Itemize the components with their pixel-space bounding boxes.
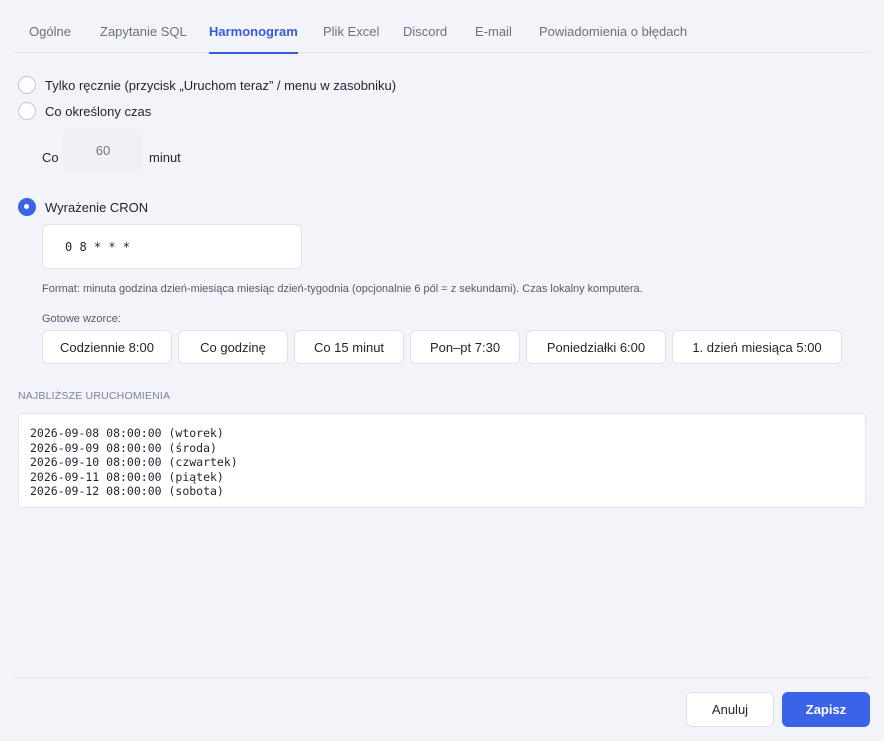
radio-manual[interactable]: Tylko ręcznie (przycisk „Uruchom teraz” … bbox=[18, 76, 396, 94]
interval-suffix-label: minut bbox=[149, 150, 181, 165]
preset-first-of-month-button[interactable]: 1. dzień miesiąca 5:00 bbox=[672, 330, 842, 364]
preset-weekdays-730-button[interactable]: Pon–pt 7:30 bbox=[410, 330, 520, 364]
interval-minutes-input[interactable] bbox=[63, 128, 143, 173]
next-run-line: 2026-09-11 08:00:00 (piątek) bbox=[30, 469, 224, 484]
interval-prefix-label: Co bbox=[42, 150, 59, 165]
save-button[interactable]: Zapisz bbox=[782, 692, 870, 727]
next-run-line: 2026-09-12 08:00:00 (sobota) bbox=[30, 484, 224, 498]
tab-sql-query[interactable]: Zapytanie SQL bbox=[100, 0, 187, 53]
presets-label: Gotowe wzorce: bbox=[42, 313, 121, 325]
preset-hourly-button[interactable]: Co godzinę bbox=[178, 330, 288, 364]
tab-discord[interactable]: Discord bbox=[403, 0, 447, 53]
settings-dialog: Ogólne Zapytanie SQL Harmonogram Plik Ex… bbox=[0, 0, 884, 741]
next-runs-list: 2026-09-08 08:00:00 (wtorek) 2026-09-09 … bbox=[18, 413, 866, 508]
radio-cron-label: Wyrażenie CRON bbox=[45, 199, 149, 215]
next-run-line: 2026-09-10 08:00:00 (czwartek) bbox=[30, 455, 238, 469]
tab-schedule[interactable]: Harmonogram bbox=[209, 0, 298, 54]
radio-cron-indicator[interactable] bbox=[18, 198, 36, 216]
cron-expression-input[interactable] bbox=[42, 224, 302, 269]
preset-daily-8-button[interactable]: Codziennie 8:00 bbox=[42, 330, 172, 364]
radio-manual-label: Tylko ręcznie (przycisk „Uruchom teraz” … bbox=[45, 77, 397, 93]
radio-interval-label: Co określony czas bbox=[45, 103, 152, 119]
radio-interval[interactable]: Co określony czas bbox=[18, 102, 151, 120]
radio-cron[interactable]: Wyrażenie CRON bbox=[18, 198, 148, 216]
cancel-button[interactable]: Anuluj bbox=[686, 692, 774, 727]
tab-excel-file[interactable]: Plik Excel bbox=[323, 0, 379, 53]
cron-format-hint: Format: minuta godzina dzień-miesiąca mi… bbox=[42, 283, 643, 295]
preset-every-15-min-button[interactable]: Co 15 minut bbox=[294, 330, 404, 364]
next-runs-title: Najbliższe uruchomienia bbox=[18, 390, 171, 402]
tab-general[interactable]: Ogólne bbox=[29, 0, 71, 53]
tab-email[interactable]: E-mail bbox=[475, 0, 512, 53]
tab-bar: Ogólne Zapytanie SQL Harmonogram Plik Ex… bbox=[14, 0, 870, 54]
radio-interval-indicator[interactable] bbox=[18, 102, 36, 120]
next-run-line: 2026-09-09 08:00:00 (środa) bbox=[30, 440, 217, 455]
footer-divider bbox=[14, 677, 870, 678]
tab-error-notifications[interactable]: Powiadomienia o błędach bbox=[539, 0, 687, 53]
preset-mondays-6-button[interactable]: Poniedziałki 6:00 bbox=[526, 330, 666, 364]
next-run-line: 2026-09-08 08:00:00 (wtorek) bbox=[30, 426, 224, 440]
radio-manual-indicator[interactable] bbox=[18, 76, 36, 94]
